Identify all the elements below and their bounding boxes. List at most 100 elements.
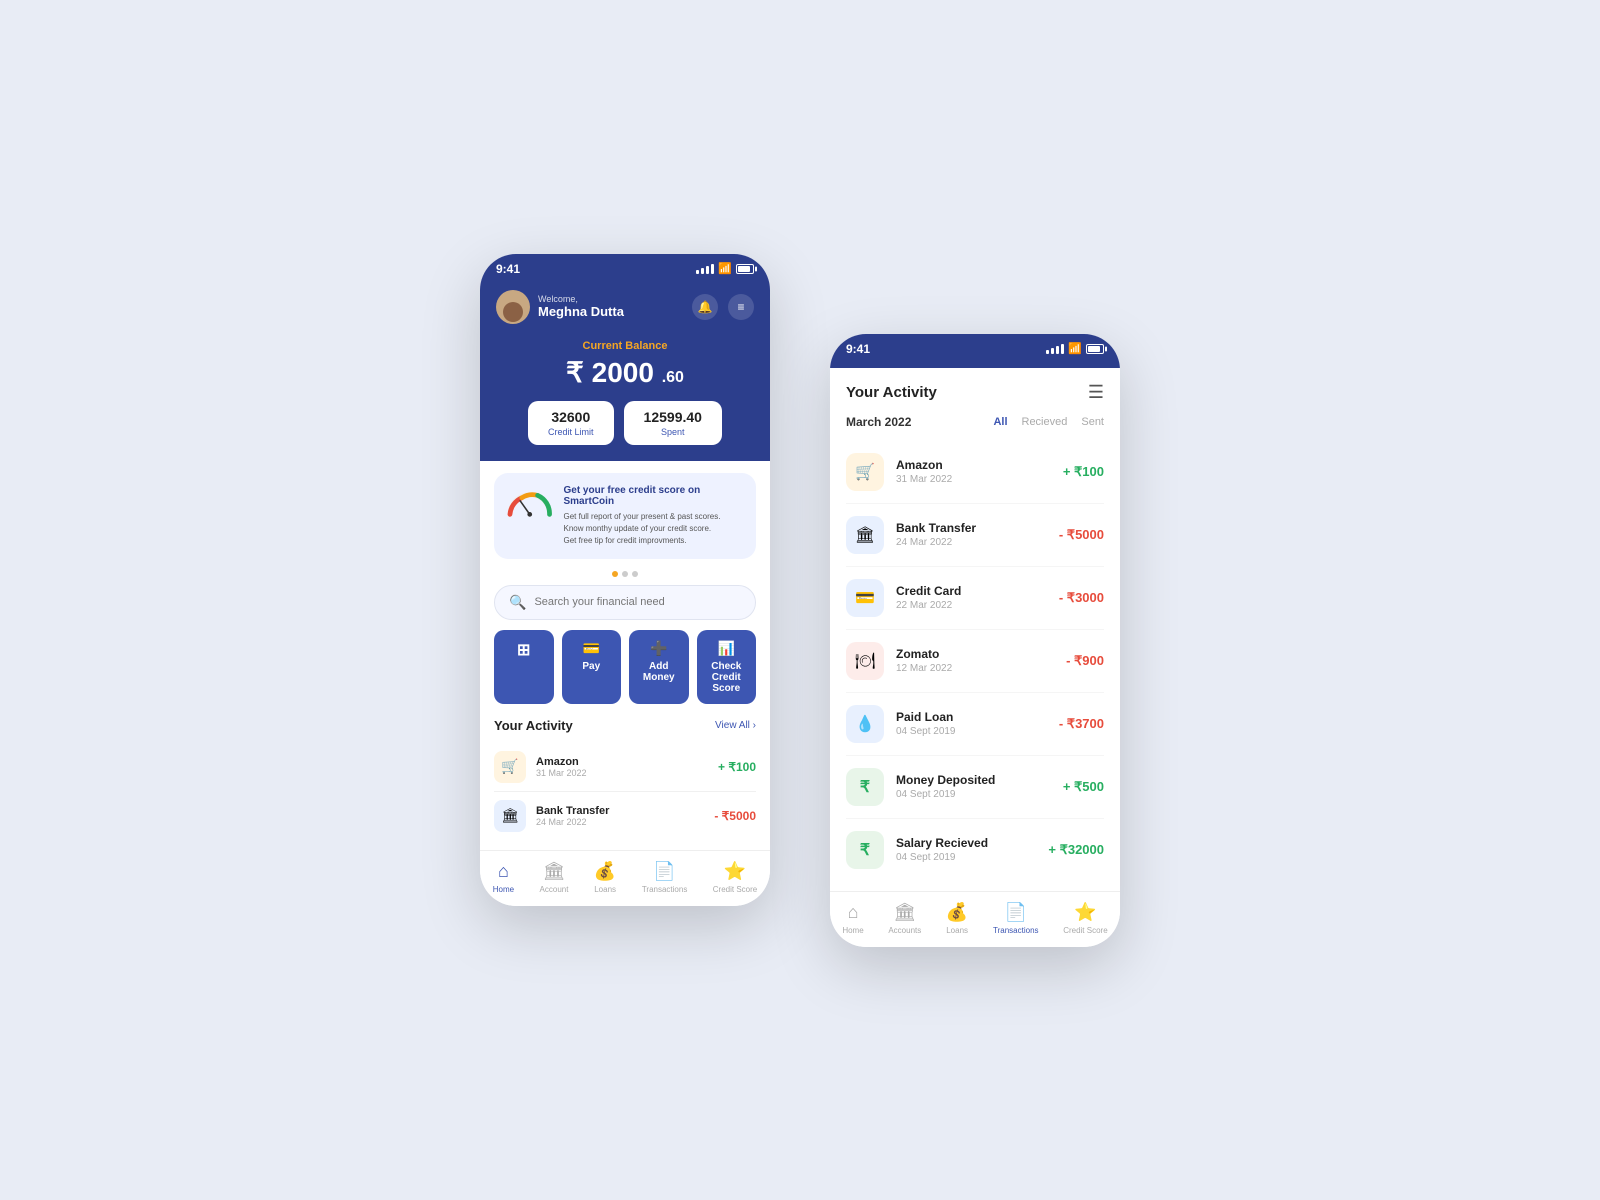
filter-icon[interactable]: ☰ [1088,382,1104,403]
nav-home[interactable]: ⌂ Home [493,861,514,894]
phone2-content: Your Activity ☰ March 2022 All Recieved … [830,368,1120,881]
filter-received[interactable]: Recieved [1022,416,1068,428]
loan-amount: - ₹3700 [1059,716,1104,732]
txn-info-loan: Paid Loan 04 Sept 2019 [896,710,1059,737]
phone-home: 9:41 📶 Welcome, [480,254,770,906]
bank-icon-full: 🏛 [846,516,884,554]
nav2-transactions[interactable]: 📄 Transactions [993,902,1039,935]
amazon-date: 31 Mar 2022 [896,474,1063,485]
filter-tabs: All Recieved Sent [993,416,1104,428]
status-time-2: 9:41 [846,342,870,356]
credit-date: 22 Mar 2022 [896,600,1059,611]
bank-name: Bank Transfer [896,521,1059,535]
search-icon: 🔍 [509,594,526,611]
credit-limit-value: 32600 [548,409,594,425]
user-text: Welcome, Meghna Dutta [538,294,624,319]
home-txn-bank: 🏛 Bank Transfer 24 Mar 2022 - ₹5000 [494,792,756,840]
txn-date: 31 Mar 2022 [536,768,587,778]
nav-account[interactable]: 🏛 Account [540,861,569,894]
nav2-home[interactable]: ⌂ Home [842,902,863,935]
search-box[interactable]: 🔍 [494,585,756,620]
avatar [496,290,530,324]
filter-sent[interactable]: Sent [1081,416,1104,428]
txn-left: 🛒 Amazon 31 Mar 2022 [494,751,587,783]
txn-info-bank: Bank Transfer 24 Mar 2022 [896,521,1059,548]
txn-zomato-full: 🍽 Zomato 12 Mar 2022 - ₹900 [846,630,1104,693]
txn-info-amazon: Amazon 31 Mar 2022 [896,458,1063,485]
status-time: 9:41 [496,262,520,276]
bank-amount: - ₹5000 [1059,527,1104,543]
amazon-amount: + ₹100 [1063,464,1104,480]
txn-deposit-full: ₹ Money Deposited 04 Sept 2019 + ₹500 [846,756,1104,819]
nav2-credit[interactable]: ⭐ Credit Score [1063,902,1107,935]
promo-line-2: Know monthy update of your credit score. [563,523,744,535]
txn-credit-full: 💳 Credit Card 22 Mar 2022 - ₹3000 [846,567,1104,630]
dot-3 [632,571,638,577]
salary-icon-full: ₹ [846,831,884,869]
credit-name: Credit Card [896,584,1059,598]
promo-card[interactable]: Get your free credit score on SmartCoin … [494,473,756,559]
deposit-date: 04 Sept 2019 [896,789,1063,800]
zomato-icon-full: 🍽 [846,642,884,680]
notification-bell-icon[interactable]: 🔔 [692,294,718,320]
wifi-icon-2: 📶 [1068,342,1082,355]
activity-title: Your Activity [494,718,573,733]
nav2-accounts-label: Accounts [888,926,921,935]
month-label: March 2022 [846,415,911,429]
nav-transactions[interactable]: 📄 Transactions [642,861,688,894]
nav2-credit-label: Credit Score [1063,926,1107,935]
amazon-name: Amazon [896,458,1063,472]
txn-name: Bank Transfer [536,805,609,817]
bottom-nav-home: ⌂ Home 🏛 Account 💰 Loans 📄 Transactions … [480,850,770,906]
activity-header: Your Activity View All › [494,718,756,733]
battery-icon [736,264,754,274]
add-money-icon: ➕ [650,640,667,657]
credit-limit-card: 32600 Credit Limit [528,401,614,445]
dot-1 [612,571,618,577]
accounts2-nav-icon: 🏛 [893,902,916,923]
txn-salary-full: ₹ Salary Recieved 04 Sept 2019 + ₹32000 [846,819,1104,881]
nav2-loans[interactable]: 💰 Loans [946,902,968,935]
signal-icon [696,264,714,274]
nav2-loans-label: Loans [946,926,968,935]
dot-2 [622,571,628,577]
loans2-nav-icon: 💰 [946,902,968,923]
scan-button[interactable]: ⊞ [494,630,554,704]
txn-amount: - ₹5000 [714,809,756,823]
menu-icon[interactable]: ≡ [728,294,754,320]
view-all-link[interactable]: View All › [715,720,756,731]
balance-whole: 2000 [592,357,654,388]
filter-all[interactable]: All [993,416,1007,428]
loan-date: 04 Sept 2019 [896,726,1059,737]
nav-loans[interactable]: 💰 Loans [594,861,616,894]
amazon-icon: 🛒 [494,751,526,783]
credit-limit-label: Credit Limit [548,427,594,437]
wifi-icon: 📶 [718,262,732,275]
nav2-accounts[interactable]: 🏛 Accounts [888,902,921,935]
search-input[interactable] [534,596,741,608]
pay-button[interactable]: 💳 Pay [562,630,622,704]
add-money-button[interactable]: ➕ Add Money [629,630,689,704]
bank-date: 24 Mar 2022 [896,537,1059,548]
home-txn-amazon: 🛒 Amazon 31 Mar 2022 + ₹100 [494,743,756,792]
credit2-nav-icon: ⭐ [1074,902,1096,923]
transactions2-nav-icon: 📄 [1005,902,1027,923]
check-credit-button[interactable]: 📊 Check Credit Score [697,630,757,704]
nav-credit-score[interactable]: ⭐ Credit Score [713,861,757,894]
salary-name: Salary Recieved [896,836,1048,850]
nav-account-label: Account [540,885,569,894]
battery-icon-2 [1086,344,1104,354]
deposit-name: Money Deposited [896,773,1063,787]
scan-icon: ⊞ [517,640,530,660]
nav2-transactions-label: Transactions [993,926,1039,935]
search-section: 🔍 [480,585,770,630]
txn-info-deposit: Money Deposited 04 Sept 2019 [896,773,1063,800]
transactions-list: 🛒 Amazon 31 Mar 2022 + ₹100 🏛 Bank Trans… [830,441,1120,881]
salary-date: 04 Sept 2019 [896,852,1048,863]
txn-loan-full: 💧 Paid Loan 04 Sept 2019 - ₹3700 [846,693,1104,756]
credit-amount: - ₹3000 [1059,590,1104,606]
txn-info-credit: Credit Card 22 Mar 2022 [896,584,1059,611]
spent-card: 12599.40 Spent [624,401,722,445]
txn-name: Amazon [536,756,587,768]
user-row: Welcome, Meghna Dutta 🔔 ≡ [496,290,754,324]
